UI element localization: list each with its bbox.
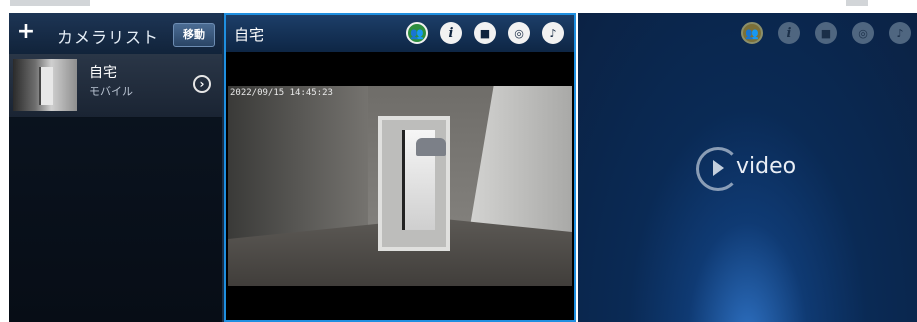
sidebar-header: + カメラリスト 移動 [9, 13, 222, 54]
window-top-strip [0, 0, 917, 13]
camera-type: モバイル [89, 85, 133, 98]
title-blur [10, 0, 90, 6]
talk-icon[interactable]: ♪ [542, 22, 564, 44]
sidebar-title: カメラリスト [57, 28, 160, 47]
people-icon[interactable]: 👥 [406, 22, 428, 44]
camera-thumbnail [13, 59, 77, 111]
video-pane-icons: 👥 i ■ ◎ ♪ [406, 22, 564, 44]
video-placeholder: video [696, 145, 806, 205]
live-video-feed[interactable]: 2022/09/15 14:45:23 [228, 86, 572, 286]
info-icon[interactable]: i [778, 22, 800, 44]
people-icon[interactable]: 👥 [741, 22, 763, 44]
plus-icon: + [16, 19, 36, 44]
record-icon[interactable]: ■ [474, 22, 496, 44]
camera-list-sidebar: + カメラリスト 移動 自宅 モバイル › [9, 13, 224, 322]
empty-pane-icons: 👥 i ■ ◎ ♪ [741, 22, 911, 44]
add-camera-button[interactable]: + [15, 19, 37, 44]
video-pane-main[interactable]: 自宅 👥 i ■ ◎ ♪ 2022/09/15 14:45:23 [224, 13, 576, 322]
title-blur-right [846, 0, 868, 6]
video-placeholder-text: video [736, 154, 797, 179]
video-pane-title: 自宅 [234, 26, 265, 44]
move-button[interactable]: 移動 [173, 23, 215, 47]
info-icon[interactable]: i [440, 22, 462, 44]
video-timestamp: 2022/09/15 14:45:23 [230, 88, 333, 98]
play-icon [713, 160, 724, 176]
video-pane-empty[interactable]: 👥 i ■ ◎ ♪ video [578, 13, 917, 322]
snapshot-icon[interactable]: ◎ [508, 22, 530, 44]
chevron-right-circle-icon[interactable]: › [193, 75, 211, 93]
snapshot-icon[interactable]: ◎ [852, 22, 874, 44]
car-in-doorway [416, 138, 446, 156]
camera-name: 自宅 [89, 65, 117, 81]
camera-list-item[interactable]: 自宅 モバイル › [9, 54, 222, 118]
video-pane-toolbar: 自宅 👥 i ■ ◎ ♪ [226, 15, 574, 52]
record-icon[interactable]: ■ [815, 22, 837, 44]
talk-icon[interactable]: ♪ [889, 22, 911, 44]
